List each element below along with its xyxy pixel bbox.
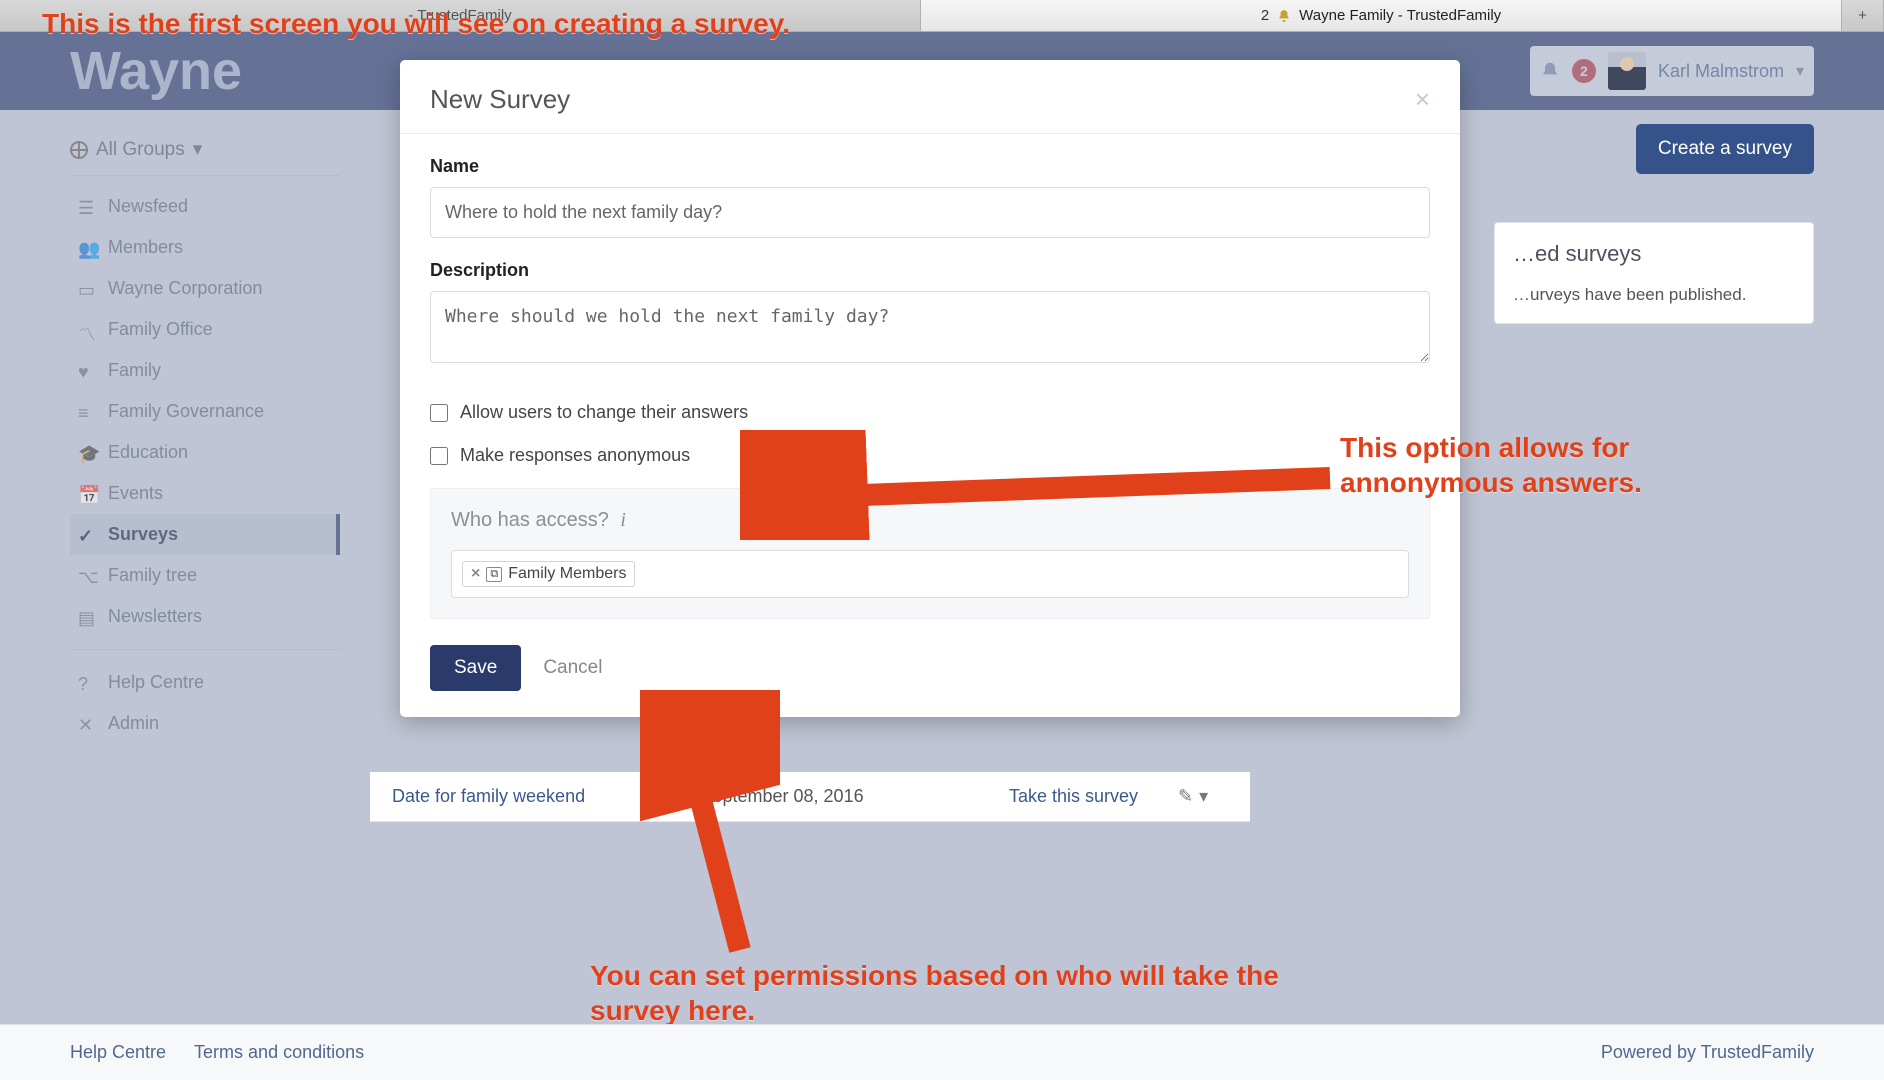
nav-icon: ✓ bbox=[78, 526, 96, 544]
nav-icon: ≡ bbox=[78, 403, 96, 421]
tab-title: Wayne Family - TrustedFamily bbox=[1299, 7, 1501, 24]
app-footer: Help Centre Terms and conditions Powered… bbox=[0, 1024, 1884, 1080]
modal-title: New Survey bbox=[430, 84, 570, 115]
globe-icon bbox=[70, 141, 88, 159]
panel-title: …ed surveys bbox=[1513, 241, 1795, 267]
nav-icon: ⌥ bbox=[78, 567, 96, 585]
survey-name: Date for family weekend bbox=[392, 786, 700, 807]
remove-tag-icon[interactable]: × bbox=[471, 565, 480, 583]
new-tab-button[interactable]: + bbox=[1842, 0, 1884, 31]
description-label: Description bbox=[430, 260, 1430, 281]
browser-tab[interactable]: 2 Wayne Family - TrustedFamily bbox=[921, 0, 1842, 31]
bell-icon bbox=[1277, 9, 1291, 23]
description-input[interactable]: Where should we hold the next family day… bbox=[430, 291, 1430, 363]
survey-row[interactable]: Date for family weekend September 08, 20… bbox=[370, 772, 1250, 822]
anonymous-label: Make responses anonymous bbox=[460, 445, 690, 466]
nav-icon: ✕ bbox=[78, 715, 96, 733]
avatar bbox=[1608, 52, 1646, 90]
nav-icon: ▭ bbox=[78, 280, 96, 298]
access-tag[interactable]: × ⧉ Family Members bbox=[462, 561, 635, 587]
group-icon: ⧉ bbox=[486, 567, 502, 582]
nav-icon: ▤ bbox=[78, 608, 96, 626]
name-label: Name bbox=[430, 156, 1430, 177]
allow-change-label: Allow users to change their answers bbox=[460, 402, 748, 423]
tab-count: 2 bbox=[1261, 7, 1269, 24]
nav-icon: 🎓 bbox=[78, 444, 96, 462]
browser-tab[interactable]: - TrustedFamily bbox=[0, 0, 921, 31]
access-tag-input[interactable]: × ⧉ Family Members bbox=[451, 550, 1409, 598]
panel-text: …urveys have been published. bbox=[1513, 285, 1795, 305]
anonymous-checkbox[interactable] bbox=[430, 447, 448, 465]
new-survey-modal: New Survey × Name Description Where shou… bbox=[400, 60, 1460, 717]
footer-terms-link[interactable]: Terms and conditions bbox=[194, 1042, 364, 1063]
allow-change-checkbox[interactable] bbox=[430, 404, 448, 422]
edit-icon[interactable]: ✎ bbox=[1178, 786, 1193, 807]
browser-tab-bar: - TrustedFamily 2 Wayne Family - Trusted… bbox=[0, 0, 1884, 32]
nav-icon: 📅 bbox=[78, 485, 96, 503]
tag-label: Family Members bbox=[508, 565, 626, 583]
access-section: Who has access? i × ⧉ Family Members bbox=[430, 488, 1430, 619]
nav-icon: 〽 bbox=[78, 321, 96, 339]
row-actions[interactable]: ✎ ▾ bbox=[1178, 786, 1228, 807]
survey-date: September 08, 2016 bbox=[700, 786, 1008, 807]
published-surveys-panel: …ed surveys …urveys have been published. bbox=[1494, 222, 1814, 324]
chevron-down-icon[interactable]: ▾ bbox=[1199, 786, 1208, 807]
footer-powered: Powered by TrustedFamily bbox=[1601, 1042, 1814, 1063]
nav-icon: ? bbox=[78, 674, 96, 692]
name-input[interactable] bbox=[430, 187, 1430, 238]
nav-icon: ☰ bbox=[78, 198, 96, 216]
nav-icon: ♥ bbox=[78, 362, 96, 380]
info-icon[interactable]: i bbox=[620, 509, 626, 531]
cancel-button[interactable]: Cancel bbox=[543, 657, 602, 679]
nav-icon: 👥 bbox=[78, 239, 96, 257]
footer-help-link[interactable]: Help Centre bbox=[70, 1042, 166, 1063]
take-survey-link[interactable]: Take this survey bbox=[1009, 786, 1138, 807]
modal-header: New Survey × bbox=[400, 60, 1460, 134]
create-survey-button[interactable]: Create a survey bbox=[1636, 124, 1814, 174]
close-icon[interactable]: × bbox=[1415, 84, 1430, 115]
tab-title: - TrustedFamily bbox=[408, 7, 511, 24]
save-button[interactable]: Save bbox=[430, 645, 521, 691]
access-title: Who has access? i bbox=[451, 509, 1409, 532]
